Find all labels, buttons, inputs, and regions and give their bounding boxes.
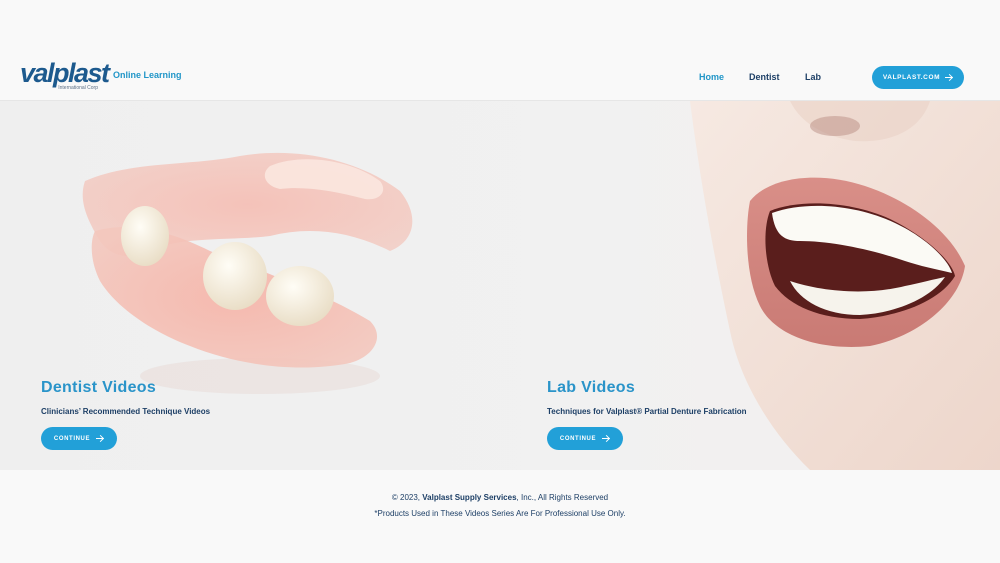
professional-use-notice: *Products Used in These Videos Series Ar… (374, 509, 626, 518)
valplast-site-button-label: VALPLAST.COM (882, 74, 941, 81)
lab-continue-button[interactable]: CONTINUE (547, 427, 623, 450)
copyright-prefix: © 2023, (391, 493, 421, 502)
arrow-right-icon (602, 436, 610, 442)
copyright-text: © 2023, Valplast Supply Services, Inc., … (0, 493, 1000, 503)
logo-wordmark: valplast (20, 58, 110, 88)
dentist-videos-title: Dentist Videos (41, 379, 157, 396)
nav-home[interactable]: Home (699, 72, 724, 83)
nav-dentist[interactable]: Dentist (749, 72, 780, 83)
dentist-videos-subtitle: Clinicians’ Recommended Technique Videos (41, 407, 211, 416)
site-header: valplast International Corp Online Learn… (0, 0, 1000, 101)
hero-banner: Dentist Videos Clinicians’ Recommended T… (0, 101, 1000, 470)
dentist-continue-label: CONTINUE (53, 435, 91, 442)
dentist-continue-button[interactable]: CONTINUE (41, 427, 117, 450)
valplast-logo[interactable]: valplast International Corp (20, 58, 110, 92)
lab-videos-title: Lab Videos (547, 379, 636, 396)
nav-lab[interactable]: Lab (805, 72, 821, 83)
section-label: Online Learning (113, 70, 182, 80)
partial-denture-image (82, 152, 413, 394)
company-name: Valplast Supply Services (422, 493, 517, 502)
copyright-suffix: , Inc., All Rights Reserved (516, 493, 609, 502)
logo-subtext: International Corp (58, 85, 98, 91)
valplast-site-button[interactable]: VALPLAST.COM (872, 66, 964, 89)
arrow-right-icon (945, 75, 953, 81)
arrow-right-icon (96, 436, 104, 442)
lab-continue-label: CONTINUE (559, 435, 597, 442)
site-footer: © 2023, Valplast Supply Services, Inc., … (0, 470, 1000, 563)
lab-videos-subtitle: Techniques for Valplast® Partial Denture… (547, 407, 747, 416)
